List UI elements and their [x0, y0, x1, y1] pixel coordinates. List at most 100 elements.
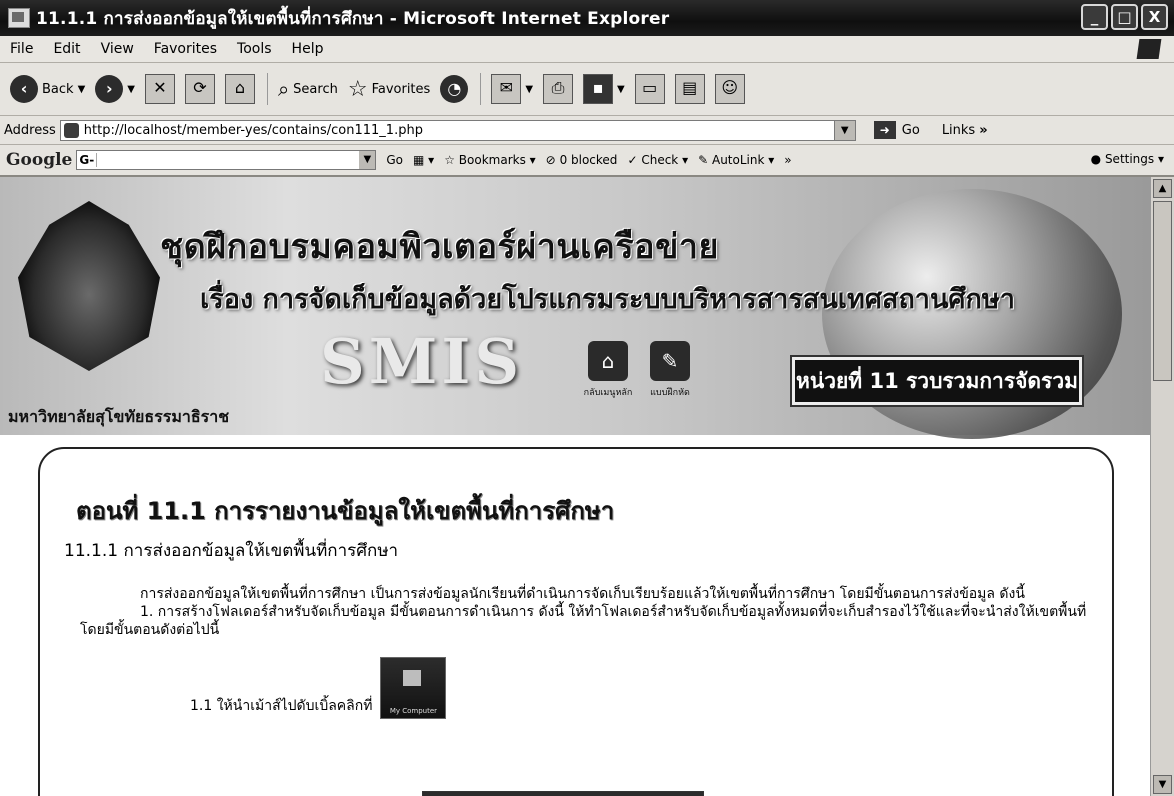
- step-1-1: 1.1 ให้นำเม้าส์ไปดับเบิ้ลคลิกที่ My Comp…: [190, 657, 447, 737]
- refresh-icon: ⟳: [184, 74, 215, 104]
- research-icon: ▤: [674, 74, 705, 104]
- address-label: Address: [4, 122, 56, 138]
- history-button[interactable]: ◔: [440, 75, 469, 103]
- blocked-count-label: 0 blocked: [559, 153, 618, 167]
- intro-paragraph: การส่งออกข้อมูลให้เขตพื้นที่การศึกษา เป็…: [80, 585, 1090, 603]
- spell-check-button[interactable]: ✓ Check ▾: [627, 153, 688, 167]
- menu-tools[interactable]: Tools: [227, 41, 282, 57]
- menu-help[interactable]: Help: [282, 41, 334, 57]
- page-viewport: ชุดฝึกอบรมคอมพิวเตอร์ผ่านเครือข่าย เรื่อ…: [0, 177, 1150, 796]
- autolink-button[interactable]: ✎ AutoLink ▾: [698, 153, 774, 167]
- mail-icon: ✉: [491, 74, 522, 104]
- forward-arrow-icon: ›: [95, 75, 124, 103]
- back-label: Back: [42, 81, 74, 97]
- settings-label: Settings: [1104, 152, 1155, 166]
- banner-subheading: เรื่อง การจัดเก็บข้อมูลด้วยโปรแกรมระบบบร…: [200, 284, 1015, 315]
- edit-icon: ▪: [583, 74, 614, 104]
- window-title: 11.1.1 การส่งออกข้อมูลให้เขตพื้นที่การศึ…: [36, 8, 670, 29]
- home-button[interactable]: ⌂: [224, 74, 255, 104]
- menu-view[interactable]: View: [91, 41, 144, 57]
- home-icon: ⌂: [224, 74, 255, 104]
- back-button[interactable]: ‹ Back ▼: [10, 75, 85, 103]
- my-computer-icon: My Computer: [380, 657, 447, 719]
- unit-badge: หน่วยที่ 11 รวบรวมการจัดรวม: [792, 357, 1082, 405]
- ie-app-icon: [8, 8, 30, 28]
- popup-blocker-button[interactable]: ⊘ 0 blocked: [546, 153, 618, 167]
- vertical-scrollbar[interactable]: ▲ ▼: [1150, 177, 1174, 796]
- print-button[interactable]: ⎙: [543, 74, 574, 104]
- mail-dropdown-icon[interactable]: ▼: [525, 84, 533, 95]
- bookmark-star-icon: ☆: [444, 153, 455, 167]
- screenshot-titlebar: [423, 792, 703, 796]
- scroll-thumb[interactable]: [1153, 201, 1172, 381]
- close-button[interactable]: X: [1141, 4, 1168, 30]
- menu-file[interactable]: File: [0, 41, 43, 57]
- menu-favorites[interactable]: Favorites: [144, 41, 227, 57]
- standard-toolbar: ‹ Back ▼ › ▼ ✕ ⟳ ⌂ ⌕ Search ☆ Favorites …: [0, 63, 1174, 116]
- google-search-input[interactable]: G- ▼: [76, 150, 377, 170]
- google-g-icon[interactable]: G-: [77, 153, 98, 167]
- google-search-site-icon[interactable]: ▦ ▾: [413, 153, 434, 167]
- edit-dropdown-icon[interactable]: ▼: [617, 84, 625, 95]
- stop-icon: ✕: [144, 74, 175, 104]
- links-chevron-icon[interactable]: »: [979, 123, 987, 138]
- exercise-nav-label: แบบฝึกหัด: [650, 388, 690, 398]
- scroll-down-arrow-icon[interactable]: ▼: [1153, 775, 1172, 794]
- favorites-button[interactable]: ☆ Favorites: [348, 77, 430, 102]
- search-icon: ⌕: [277, 77, 290, 101]
- google-toolbar: Google G- ▼ Go ▦ ▾ ☆ Bookmarks ▾ ⊘ 0 blo…: [0, 145, 1174, 177]
- bookmarks-button[interactable]: ☆ Bookmarks ▾: [444, 153, 535, 167]
- autolink-wand-icon: ✎: [698, 153, 709, 167]
- mail-button[interactable]: ✉ ▼: [491, 74, 533, 104]
- my-computer-caption: My Computer: [389, 707, 438, 715]
- page-icon: [63, 122, 79, 138]
- spellcheck-icon: ✓: [627, 153, 638, 167]
- favorites-star-icon: ☆: [347, 76, 368, 102]
- google-more-button[interactable]: »: [784, 153, 791, 167]
- settings-gear-icon: ●: [1090, 152, 1102, 166]
- menu-bar: File Edit View Favorites Tools Help: [0, 36, 1174, 63]
- step-1-1-text: 1.1 ให้นำเม้าส์ไปดับเบิ้ลคลิกที่: [190, 698, 373, 714]
- stop-button[interactable]: ✕: [144, 74, 175, 104]
- title-bar: 11.1.1 การส่งออกข้อมูลให้เขตพื้นที่การศึ…: [0, 0, 1174, 36]
- messenger-button[interactable]: ☺: [714, 74, 745, 104]
- exercise-button[interactable]: ✎ แบบฝึกหัด: [640, 341, 700, 403]
- pencil-icon: ✎: [650, 341, 690, 381]
- back-dropdown-icon[interactable]: ▼: [78, 84, 86, 95]
- windows-flag-icon: [1136, 39, 1162, 59]
- go-button[interactable]: ➜ Go: [873, 121, 920, 139]
- toolbar-separator: [266, 73, 268, 105]
- discuss-icon: ▭: [634, 74, 665, 104]
- history-icon: ◔: [440, 75, 469, 103]
- content-card: ตอนที่ 11.1 การรายงานข้อมูลให้เขตพื้นที่…: [38, 447, 1114, 796]
- google-settings-button[interactable]: ● Settings ▾: [1091, 152, 1164, 166]
- google-logo[interactable]: Google: [6, 150, 72, 170]
- google-search-dropdown-icon[interactable]: ▼: [359, 151, 376, 169]
- maximize-button[interactable]: □: [1111, 4, 1138, 30]
- home-nav-label: กลับเมนูหลัก: [583, 388, 633, 398]
- research-button[interactable]: ▤: [674, 74, 705, 104]
- search-button[interactable]: ⌕ Search: [278, 77, 338, 101]
- minimize-button[interactable]: _: [1081, 4, 1108, 30]
- address-dropdown-icon[interactable]: ▼: [833, 120, 855, 140]
- back-to-main-menu-button[interactable]: ⌂ กลับเมนูหลัก: [578, 341, 638, 403]
- university-name: มหาวิทยาลัยสุโขทัยธรรมาธิราช: [8, 407, 230, 426]
- forward-button[interactable]: › ▼: [95, 75, 135, 103]
- address-field[interactable]: http://localhost/member-yes/contains/con…: [59, 119, 856, 141]
- links-button[interactable]: Links: [942, 123, 975, 138]
- menu-edit[interactable]: Edit: [43, 41, 90, 57]
- scroll-up-arrow-icon[interactable]: ▲: [1153, 179, 1172, 198]
- edit-button[interactable]: ▪ ▼: [583, 74, 625, 104]
- go-arrow-icon: ➜: [873, 121, 896, 139]
- refresh-button[interactable]: ⟳: [184, 74, 215, 104]
- university-emblem-logo: [18, 201, 160, 371]
- messenger-icon: ☺: [714, 74, 745, 104]
- forward-dropdown-icon[interactable]: ▼: [127, 84, 135, 95]
- step1-paragraph: 1. การสร้างโฟลเดอร์สำหรับจัดเก็บข้อมูล ม…: [80, 603, 1090, 639]
- discuss-button[interactable]: ▭: [634, 74, 665, 104]
- step1-text: 1. การสร้างโฟลเดอร์สำหรับจัดเก็บข้อมูล ม…: [80, 604, 1087, 638]
- google-go-button[interactable]: Go: [386, 153, 403, 167]
- lesson-body: การส่งออกข้อมูลให้เขตพื้นที่การศึกษา เป็…: [80, 585, 1090, 639]
- lesson-subtitle: 11.1.1 การส่งออกข้อมูลให้เขตพื้นที่การศึ…: [64, 541, 399, 561]
- address-url[interactable]: http://localhost/member-yes/contains/con…: [84, 123, 834, 138]
